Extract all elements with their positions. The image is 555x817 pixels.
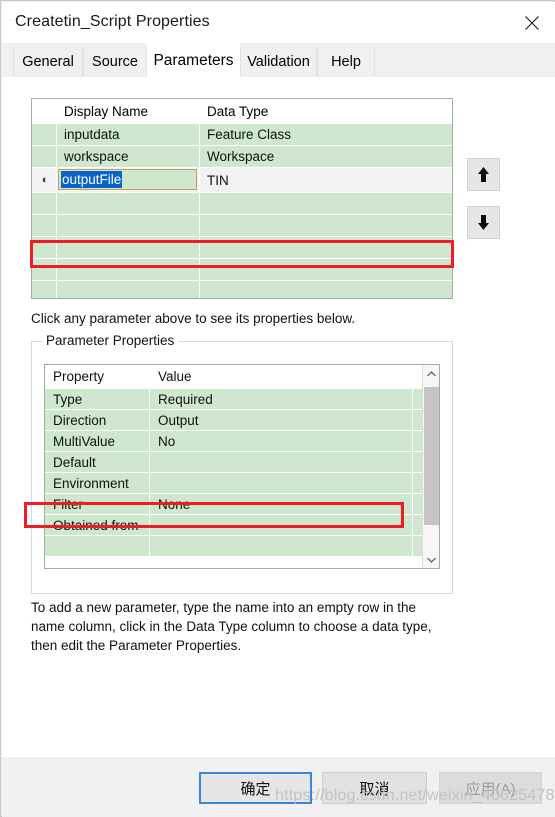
- parameters-table[interactable]: Display Name Data Type inputdata Feature…: [31, 98, 453, 299]
- property-value[interactable]: No: [150, 431, 413, 451]
- close-button[interactable]: [509, 2, 555, 43]
- column-header-display-name: Display Name: [57, 99, 200, 123]
- table-row[interactable]: inputdata Feature Class: [32, 124, 452, 146]
- parameter-properties-legend: Parameter Properties: [42, 333, 179, 348]
- scroll-up-button[interactable]: [423, 365, 439, 382]
- cell-display-name[interactable]: workspace: [57, 146, 200, 167]
- row-gutter: ◖: [32, 168, 57, 192]
- table-row[interactable]: [32, 237, 452, 259]
- property-label: Default: [45, 452, 150, 472]
- tab-source[interactable]: Source: [83, 47, 147, 77]
- cell-data-type[interactable]: [200, 281, 452, 298]
- property-row[interactable]: Direction Output: [45, 410, 439, 431]
- table-row[interactable]: [32, 215, 452, 237]
- property-row[interactable]: MultiValue No: [45, 431, 439, 452]
- property-label: MultiValue: [45, 431, 150, 451]
- cell-data-type[interactable]: Feature Class: [200, 124, 452, 145]
- parameters-hint-text: Click any parameter above to see its pro…: [31, 311, 356, 326]
- property-value[interactable]: [150, 536, 413, 556]
- display-name-input[interactable]: outputFile: [58, 169, 197, 190]
- parameter-properties-group: Parameter Properties Property Value Type…: [31, 333, 453, 594]
- page-title: Createtin_Script Properties: [15, 13, 210, 30]
- property-label: Type: [45, 389, 150, 409]
- property-row[interactable]: Obtained from: [45, 515, 439, 536]
- tab-general[interactable]: General: [13, 47, 83, 77]
- table-row[interactable]: workspace Workspace: [32, 146, 452, 168]
- cell-data-type[interactable]: [200, 215, 452, 236]
- table-row[interactable]: [32, 281, 452, 298]
- column-header-data-type: Data Type: [207, 103, 269, 119]
- cell-data-type[interactable]: TIN: [200, 168, 452, 192]
- close-icon: [524, 15, 540, 31]
- move-up-button[interactable]: [467, 158, 500, 191]
- parameter-properties-table[interactable]: Property Value Type Required Direction O…: [44, 364, 440, 569]
- property-row[interactable]: Type Required: [45, 389, 439, 410]
- column-header-value: Value: [150, 365, 413, 388]
- apply-button: 应用(A): [439, 772, 542, 804]
- cell-data-type[interactable]: [200, 193, 452, 214]
- parameters-tab-panel: Display Name Data Type inputdata Feature…: [2, 77, 555, 757]
- row-gutter: [32, 124, 57, 145]
- property-row-partial[interactable]: [45, 536, 439, 557]
- property-label: Environment: [45, 473, 150, 493]
- cell-data-type[interactable]: [200, 259, 452, 280]
- cell-display-name-edit[interactable]: outputFile: [57, 168, 200, 192]
- table-row-editing[interactable]: ◖ outputFile TIN: [32, 168, 452, 193]
- table-row[interactable]: [32, 259, 452, 281]
- property-label: Direction: [45, 410, 150, 430]
- property-value[interactable]: None: [150, 494, 413, 514]
- property-value[interactable]: [150, 452, 413, 472]
- cell-display-name[interactable]: inputdata: [57, 124, 200, 145]
- scroll-down-button[interactable]: [423, 551, 439, 568]
- row-gutter: [32, 99, 57, 123]
- property-row[interactable]: Default: [45, 452, 439, 473]
- row-gutter: [32, 237, 57, 258]
- property-value[interactable]: Required: [150, 389, 413, 409]
- row-gutter: [32, 259, 57, 280]
- property-label: [45, 536, 150, 556]
- arrow-down-icon: [476, 214, 491, 231]
- cell-data-type[interactable]: [200, 237, 452, 258]
- script-properties-dialog: Createtin_Script Properties General Sour…: [0, 0, 555, 817]
- tab-strip: General Source Parameters Validation Hel…: [2, 43, 555, 79]
- property-label: Obtained from: [45, 515, 150, 535]
- cell-display-name[interactable]: [57, 259, 200, 280]
- row-gutter: [32, 146, 57, 167]
- row-gutter: [32, 193, 57, 214]
- cell-display-name[interactable]: [57, 215, 200, 236]
- cell-display-name[interactable]: [57, 193, 200, 214]
- property-value[interactable]: [150, 515, 413, 535]
- table-header-row: Display Name Data Type: [32, 99, 452, 124]
- properties-header-row: Property Value: [45, 365, 439, 389]
- property-value[interactable]: [150, 473, 413, 493]
- dialog-footer: 确定 取消 应用(A): [2, 757, 555, 817]
- tab-validation[interactable]: Validation: [240, 47, 317, 77]
- property-row[interactable]: Filter None: [45, 494, 439, 515]
- property-label: Filter: [45, 494, 150, 514]
- property-row[interactable]: Environment: [45, 473, 439, 494]
- property-value[interactable]: Output: [150, 410, 413, 430]
- title-bar: Createtin_Script Properties: [2, 2, 555, 43]
- scrollbar-thumb[interactable]: [424, 387, 439, 525]
- tab-parameters[interactable]: Parameters: [147, 43, 240, 79]
- column-header-property: Property: [45, 365, 150, 388]
- row-gutter: [32, 281, 57, 298]
- display-name-input-value: outputFile: [61, 171, 123, 188]
- cancel-button[interactable]: 取消: [322, 772, 427, 804]
- tab-help[interactable]: Help: [317, 47, 375, 77]
- cell-data-type[interactable]: Workspace: [200, 146, 452, 167]
- current-row-indicator-icon: ◖: [40, 173, 48, 186]
- cell-display-name[interactable]: [57, 237, 200, 258]
- ok-button[interactable]: 确定: [199, 772, 312, 804]
- move-down-button[interactable]: [467, 206, 500, 239]
- row-gutter: [32, 215, 57, 236]
- cell-display-name[interactable]: [57, 281, 200, 298]
- arrow-up-icon: [476, 166, 491, 183]
- properties-vertical-scrollbar[interactable]: [422, 365, 439, 568]
- table-row[interactable]: [32, 193, 452, 215]
- add-parameter-description: To add a new parameter, type the name in…: [31, 600, 432, 653]
